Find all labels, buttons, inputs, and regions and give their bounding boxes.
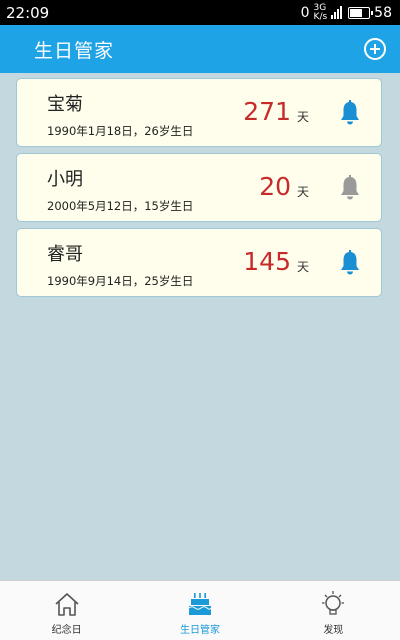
lightbulb-icon (322, 591, 345, 615)
battery-icon (348, 6, 374, 19)
list-item[interactable]: 小明 2000年5月12日，15岁生日 20 天 (16, 153, 382, 222)
bell-icon[interactable] (339, 100, 361, 126)
status-indicators: 0 3G K/s 58 (300, 2, 392, 22)
days-remaining: 145 (243, 247, 291, 276)
birthday-name: 小明 (47, 169, 83, 190)
birthday-detail: 1990年1月18日，26岁生日 (47, 124, 194, 138)
tab-label: 发现 (323, 625, 344, 636)
tab-label: 生日管家 (179, 625, 220, 636)
list-item[interactable]: 宝菊 1990年1月18日，26岁生日 271 天 (16, 78, 382, 147)
birthday-cake-icon (188, 593, 212, 615)
tab-birthday-manager[interactable]: 生日管家 (133, 581, 266, 640)
birthday-detail: 1990年9月14日，25岁生日 (47, 274, 194, 288)
list-item[interactable]: 睿哥 1990年9月14日，25岁生日 145 天 (16, 228, 382, 297)
home-icon (55, 593, 79, 616)
app-bar: 生日管家 (0, 25, 400, 73)
days-remaining: 20 (259, 172, 291, 201)
bell-icon[interactable] (339, 175, 361, 201)
days-unit: 天 (296, 110, 309, 124)
status-bar: 22:09 0 3G K/s 58 (0, 0, 400, 25)
birthday-name: 宝菊 (47, 94, 83, 115)
data-rate-unit: 3G K/s (313, 2, 328, 22)
page-title: 生日管家 (34, 39, 115, 62)
bottom-nav: 纪念日 生日管家 发现 (0, 580, 400, 640)
battery-level: 58 (374, 4, 392, 21)
tab-discover[interactable]: 发现 (267, 581, 400, 640)
days-remaining: 271 (243, 97, 291, 126)
birthday-detail: 2000年5月12日，15岁生日 (47, 199, 194, 213)
birthday-list: 宝菊 1990年1月18日，26岁生日 271 天 小明 2000年5月12日，… (16, 78, 382, 303)
data-rate: 0 (300, 4, 310, 21)
tab-anniversary[interactable]: 纪念日 (0, 581, 133, 640)
add-birthday-button[interactable] (364, 38, 386, 60)
tab-label: 纪念日 (51, 625, 82, 636)
days-unit: 天 (296, 260, 309, 274)
days-unit: 天 (296, 185, 309, 199)
signal-icon (331, 6, 343, 19)
bell-icon[interactable] (339, 250, 361, 276)
status-time: 22:09 (6, 3, 50, 22)
birthday-name: 睿哥 (47, 244, 83, 265)
